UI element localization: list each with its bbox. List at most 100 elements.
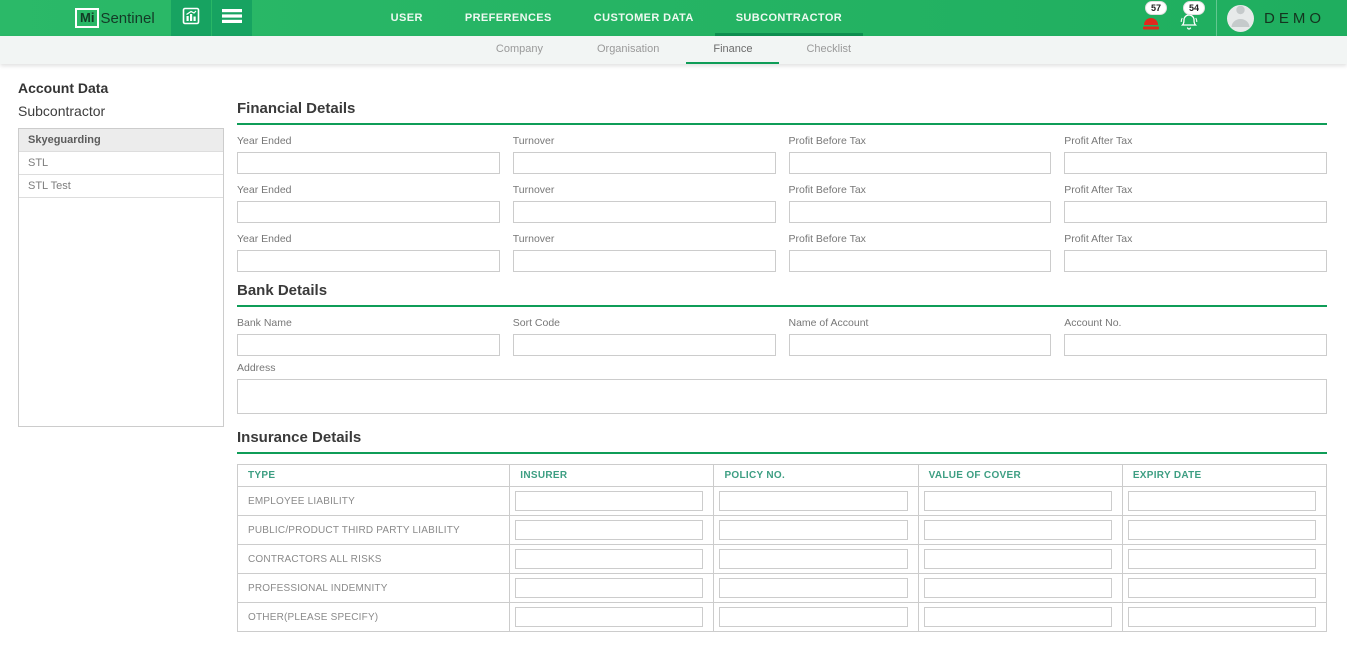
turnover-input[interactable] <box>512 152 776 174</box>
public-product-third-party-liability-expiry-date-input[interactable] <box>1127 520 1316 540</box>
field-turnover: Turnover <box>512 135 776 174</box>
dashboard-button[interactable] <box>170 0 211 36</box>
tab-organisation[interactable]: Organisation <box>570 36 686 64</box>
profit-after-tax-label: Profit After Tax <box>1064 184 1133 196</box>
field-profit-after-tax: Profit After Tax <box>1064 184 1327 223</box>
other-please-specify-policy-no-input[interactable] <box>719 607 908 627</box>
profit-before-tax-input[interactable] <box>788 152 1052 174</box>
address-input[interactable] <box>237 379 1327 414</box>
public-product-third-party-liability-policy-no-input[interactable] <box>719 520 908 540</box>
turnover-input[interactable] <box>512 201 776 223</box>
year-ended-input[interactable] <box>237 152 500 174</box>
account-no-input[interactable] <box>1064 334 1327 356</box>
app-logo[interactable]: Mi Sentinel <box>75 8 155 28</box>
tab-checklist[interactable]: Checklist <box>779 36 878 64</box>
nav-item-customer-data[interactable]: CUSTOMER DATA <box>573 0 715 36</box>
cell-other-please-specify-expiry-date <box>1121 602 1328 632</box>
cell-employee-liability-value-of-cover <box>917 486 1123 516</box>
page: Mi Sentinel USER PREFERENCES CUSTOMER DA… <box>0 0 1347 655</box>
profit-before-tax-label: Profit Before Tax <box>788 184 866 196</box>
sidebar: Account Data Subcontractor Skyeguarding S… <box>18 80 224 427</box>
table-row: EMPLOYEE LIABILITY <box>236 486 1328 516</box>
insurance-type-employee-liability: EMPLOYEE LIABILITY <box>236 486 511 516</box>
table-row: CONTRACTORS ALL RISKS <box>236 544 1328 574</box>
main-form: Financial Details Year Ended Turnover Prof… <box>236 100 1328 655</box>
insurance-type-contractors-all-risks: CONTRACTORS ALL RISKS <box>236 544 511 574</box>
bank-details-title: Bank Details <box>237 282 1327 307</box>
field-year-ended: Year Ended <box>237 233 500 272</box>
field-profit-before-tax: Profit Before Tax <box>788 233 1052 272</box>
profit-before-tax-input[interactable] <box>788 201 1052 223</box>
profit-before-tax-label: Profit Before Tax <box>788 233 866 245</box>
sort-code-label: Sort Code <box>512 317 561 329</box>
year-ended-label: Year Ended <box>237 184 292 196</box>
list-item-stl[interactable]: STL <box>19 152 223 175</box>
employee-liability-policy-no-input[interactable] <box>719 491 908 511</box>
bell-badge: 54 <box>1183 1 1206 15</box>
bank-fields: Bank Name Sort Code Name of Account Account… <box>237 317 1327 356</box>
employee-liability-expiry-date-input[interactable] <box>1127 491 1316 511</box>
other-please-specify-insurer-input[interactable] <box>515 607 704 627</box>
year-ended-input[interactable] <box>237 201 500 223</box>
turnover-input[interactable] <box>512 250 776 272</box>
tab-company[interactable]: Company <box>469 36 570 64</box>
subnav: Company Organisation Finance Checklist <box>0 36 1347 64</box>
tab-finance[interactable]: Finance <box>686 36 780 64</box>
alarm-notification-button[interactable]: 57 <box>1138 1 1168 31</box>
year-ended-input[interactable] <box>237 250 500 272</box>
year-ended-label: Year Ended <box>237 135 292 147</box>
turnover-label: Turnover <box>512 135 555 147</box>
bell-notification-button[interactable]: 54 <box>1176 1 1206 31</box>
professional-indemnity-insurer-input[interactable] <box>515 578 704 598</box>
financial-details-section: Financial Details Year Ended Turnover Prof… <box>237 100 1327 272</box>
profit-after-tax-input[interactable] <box>1064 201 1327 223</box>
chart-icon <box>182 7 200 30</box>
name-of-account-input[interactable] <box>788 334 1052 356</box>
employee-liability-insurer-input[interactable] <box>515 491 704 511</box>
profit-after-tax-input[interactable] <box>1064 152 1327 174</box>
cell-public-product-third-party-liability-value-of-cover <box>917 515 1123 545</box>
contractors-all-risks-insurer-input[interactable] <box>515 549 704 569</box>
user-name[interactable]: DEMO <box>1264 10 1325 27</box>
list-item-skyeguarding[interactable]: Skyeguarding <box>19 129 223 152</box>
field-year-ended: Year Ended <box>237 135 500 174</box>
menu-button[interactable] <box>211 0 252 36</box>
contractors-all-risks-value-of-cover-input[interactable] <box>923 549 1112 569</box>
app-header: Mi Sentinel USER PREFERENCES CUSTOMER DA… <box>0 0 1347 36</box>
contractors-all-risks-expiry-date-input[interactable] <box>1127 549 1316 569</box>
sort-code-input[interactable] <box>512 334 776 356</box>
bank-name-input[interactable] <box>237 334 500 356</box>
professional-indemnity-value-of-cover-input[interactable] <box>923 578 1112 598</box>
list-item-stl-test[interactable]: STL Test <box>19 175 223 198</box>
nav-item-user[interactable]: USER <box>370 0 444 36</box>
hamburger-icon <box>221 8 242 29</box>
field-turnover: Turnover <box>512 233 776 272</box>
field-account-no: Account No. <box>1064 317 1327 356</box>
cell-public-product-third-party-liability-policy-no <box>713 515 919 545</box>
employee-liability-value-of-cover-input[interactable] <box>923 491 1112 511</box>
public-product-third-party-liability-insurer-input[interactable] <box>515 520 704 540</box>
cell-contractors-all-risks-value-of-cover <box>917 544 1123 574</box>
other-please-specify-expiry-date-input[interactable] <box>1127 607 1316 627</box>
name-of-account-label: Name of Account <box>788 317 869 329</box>
financial-row-1: Year Ended Turnover Profit Before Tax Profi… <box>237 135 1327 174</box>
field-profit-after-tax: Profit After Tax <box>1064 135 1327 174</box>
profit-after-tax-label: Profit After Tax <box>1064 233 1133 245</box>
contractors-all-risks-policy-no-input[interactable] <box>719 549 908 569</box>
alarm-badge: 57 <box>1145 1 1168 15</box>
field-sort-code: Sort Code <box>512 317 776 356</box>
subcontractor-list: Skyeguarding STL STL Test <box>18 128 224 427</box>
address-field: Address <box>237 362 1327 419</box>
cell-professional-indemnity-policy-no <box>713 573 919 603</box>
profit-before-tax-input[interactable] <box>788 250 1052 272</box>
profit-after-tax-label: Profit After Tax <box>1064 135 1133 147</box>
professional-indemnity-expiry-date-input[interactable] <box>1127 578 1316 598</box>
professional-indemnity-policy-no-input[interactable] <box>719 578 908 598</box>
avatar[interactable] <box>1227 4 1254 32</box>
nav-item-preferences[interactable]: PREFERENCES <box>444 0 573 36</box>
profit-before-tax-label: Profit Before Tax <box>788 135 866 147</box>
profit-after-tax-input[interactable] <box>1064 250 1327 272</box>
other-please-specify-value-of-cover-input[interactable] <box>923 607 1112 627</box>
public-product-third-party-liability-value-of-cover-input[interactable] <box>923 520 1112 540</box>
nav-item-subcontractor[interactable]: SUBCONTRACTOR <box>714 0 864 36</box>
